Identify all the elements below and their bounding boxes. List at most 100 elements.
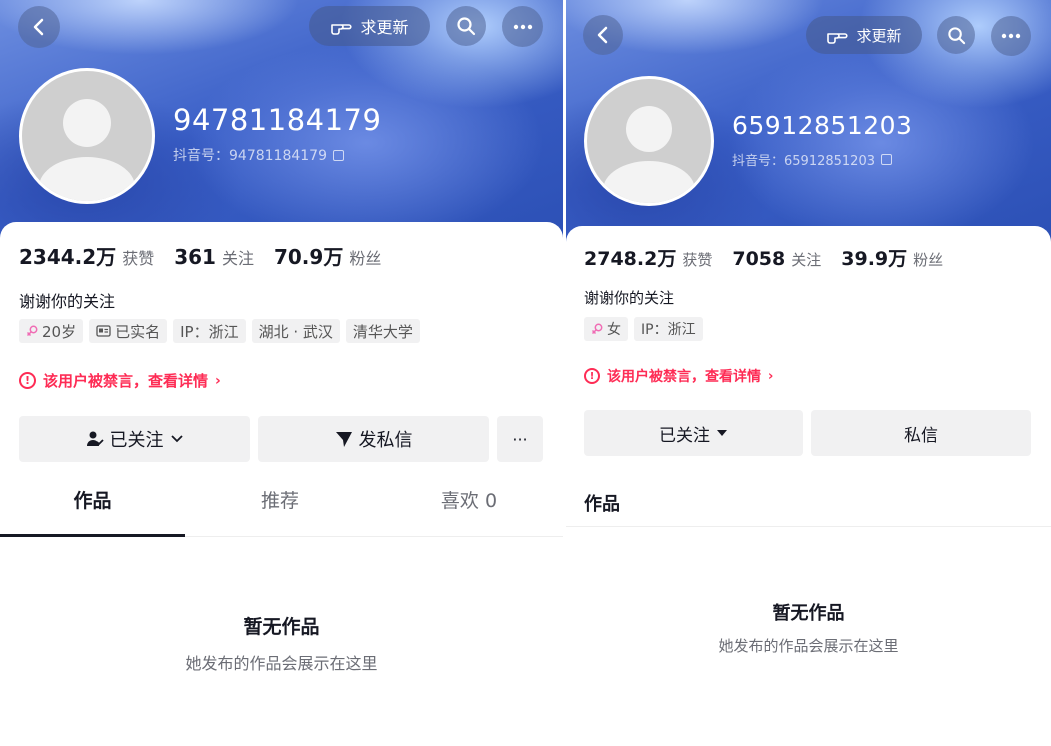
tab-recommend-label: 推荐 — [260, 490, 299, 512]
following-button-label: 已关注 — [109, 430, 164, 451]
send-plane-icon — [335, 432, 352, 447]
profile-stats: 2748.2万 获赞 7058 关注 39.9万 粉丝 — [584, 244, 963, 271]
ban-notice-text: 该用户被禁言，查看详情 — [607, 369, 761, 385]
tag-location-text: 湖北 · 武汉 — [258, 322, 333, 341]
more-dots-icon — [513, 24, 532, 29]
avatar[interactable] — [19, 68, 155, 204]
warning-circle-icon: ! — [19, 372, 36, 389]
id-card-icon — [96, 325, 111, 337]
tab-works-label: 作品 — [584, 494, 620, 515]
tag-ip-text: IP：浙江 — [180, 322, 239, 341]
back-button[interactable] — [583, 15, 623, 55]
copy-icon[interactable] — [332, 149, 344, 161]
tag-age-text: 20岁 — [42, 322, 77, 341]
profile-content-sheet: 2344.2万 获赞 361 关注 70.9万 粉丝 谢谢你的关注 20岁 已实… — [0, 222, 563, 746]
tab-works-label: 作品 — [73, 490, 112, 512]
following-count[interactable]: 7058 — [732, 248, 785, 270]
profile-bio: 谢谢你的关注 — [584, 289, 675, 307]
tag-school-text: 清华大学 — [352, 322, 413, 341]
back-button[interactable] — [18, 6, 60, 48]
tab-recommend[interactable]: 推荐 — [185, 486, 375, 513]
message-button[interactable]: 私信 — [811, 410, 1031, 456]
profile-bio: 谢谢你的关注 — [19, 292, 116, 311]
tab-likes[interactable]: 喜欢 0 — [375, 486, 563, 513]
followers-count[interactable]: 39.9万 — [841, 244, 907, 271]
following-label[interactable]: 关注 — [222, 245, 254, 269]
chevron-right-icon: › — [768, 368, 774, 384]
followers-count[interactable]: 70.9万 — [274, 241, 343, 270]
tag-ip: IP：浙江 — [173, 319, 246, 343]
avatar[interactable] — [584, 76, 714, 206]
tag-verified-text: 已实名 — [115, 322, 161, 341]
tag-ip: IP：浙江 — [634, 317, 703, 341]
empty-state-title: 暂无作品 — [772, 603, 845, 624]
empty-state-title: 暂无作品 — [243, 616, 320, 638]
douyin-id-text: 抖音号：94781184179 — [173, 148, 327, 164]
more-actions-label: ··· — [512, 429, 528, 449]
profile-name: 94781184179 — [173, 103, 382, 137]
likes-count: 2344.2万 — [19, 245, 117, 269]
following-button[interactable]: 已关注 — [19, 416, 250, 462]
warning-circle-icon: ! — [584, 368, 600, 384]
caret-down-icon — [717, 430, 727, 436]
request-update-button[interactable]: 求更新 — [309, 6, 430, 46]
chevron-down-icon — [170, 435, 183, 443]
douyin-id-text: 抖音号：65912851203 — [732, 154, 875, 169]
female-icon — [591, 323, 603, 335]
person-check-icon — [86, 431, 104, 446]
more-button[interactable] — [991, 16, 1031, 56]
douyin-id[interactable]: 抖音号：94781184179 — [173, 145, 344, 165]
tab-likes-label: 喜欢 0 — [440, 490, 498, 512]
left-profile-screenshot: 求更新 94781184179 抖音号：94781184179 2344.2万 … — [0, 0, 563, 746]
empty-state-subtitle: 她发布的作品会展示在这里 — [185, 654, 378, 673]
ban-notice-text: 该用户被禁言，查看详情 — [43, 372, 209, 390]
right-profile-screenshot: 求更新 65912851203 抖音号：65912851203 2748.2万 … — [566, 0, 1051, 746]
back-arrow-icon — [33, 18, 44, 36]
profile-tags: 女 IP：浙江 — [584, 317, 703, 341]
douyin-id[interactable]: 抖音号：65912851203 — [732, 150, 892, 169]
chevron-right-icon: › — [215, 372, 221, 389]
ban-notice-link[interactable]: ! 该用户被禁言，查看详情 › — [19, 370, 221, 391]
more-actions-button[interactable]: ··· — [497, 416, 543, 462]
content-tabs: 作品 推荐 喜欢 0 — [0, 486, 563, 537]
tag-ip-text: IP：浙江 — [641, 322, 696, 338]
tag-location: 湖北 · 武汉 — [251, 319, 340, 343]
likes-count: 2748.2万 — [584, 248, 677, 270]
search-icon — [947, 26, 965, 44]
ban-notice-link[interactable]: ! 该用户被禁言，查看详情 › — [584, 366, 773, 386]
more-dots-icon — [1001, 33, 1021, 39]
profile-content-sheet: 2748.2万 获赞 7058 关注 39.9万 粉丝 谢谢你的关注 女 IP：… — [566, 226, 1051, 746]
hand-pointer-icon — [827, 33, 849, 44]
followers-label[interactable]: 粉丝 — [349, 245, 381, 269]
hand-pointer-icon — [331, 24, 353, 35]
tag-school: 清华大学 — [345, 319, 420, 343]
tag-gender-text: 女 — [607, 322, 621, 338]
following-count[interactable]: 361 — [174, 245, 216, 269]
message-button[interactable]: 发私信 — [258, 416, 489, 462]
followers-label[interactable]: 粉丝 — [913, 249, 943, 270]
female-icon — [26, 325, 38, 337]
tag-gender: 女 — [584, 317, 628, 341]
likes-label: 获赞 — [682, 251, 713, 269]
profile-stats: 2344.2万 获赞 361 关注 70.9万 粉丝 — [19, 241, 401, 270]
tab-works[interactable]: 作品 — [0, 486, 185, 513]
tag-age: 20岁 — [19, 319, 84, 343]
copy-icon[interactable] — [880, 154, 892, 165]
following-label[interactable]: 关注 — [791, 249, 821, 270]
search-button[interactable] — [937, 16, 975, 54]
request-update-label: 求更新 — [856, 26, 902, 45]
message-button-label: 发私信 — [358, 430, 413, 451]
empty-state-subtitle: 她发布的作品会展示在这里 — [718, 637, 899, 655]
active-tab-indicator — [0, 534, 185, 537]
back-arrow-icon — [597, 26, 608, 44]
message-button-label: 私信 — [904, 425, 938, 446]
content-tabs: 作品 — [566, 490, 1051, 527]
more-button[interactable] — [502, 6, 543, 47]
profile-name: 65912851203 — [732, 111, 913, 140]
profile-tags: 20岁 已实名 IP：浙江 湖北 · 武汉 清华大学 — [19, 319, 420, 343]
request-update-button[interactable]: 求更新 — [806, 16, 922, 54]
search-icon — [457, 17, 476, 36]
following-button[interactable]: 已关注 — [584, 410, 803, 456]
tab-works[interactable]: 作品 — [584, 490, 620, 516]
search-button[interactable] — [446, 6, 486, 46]
